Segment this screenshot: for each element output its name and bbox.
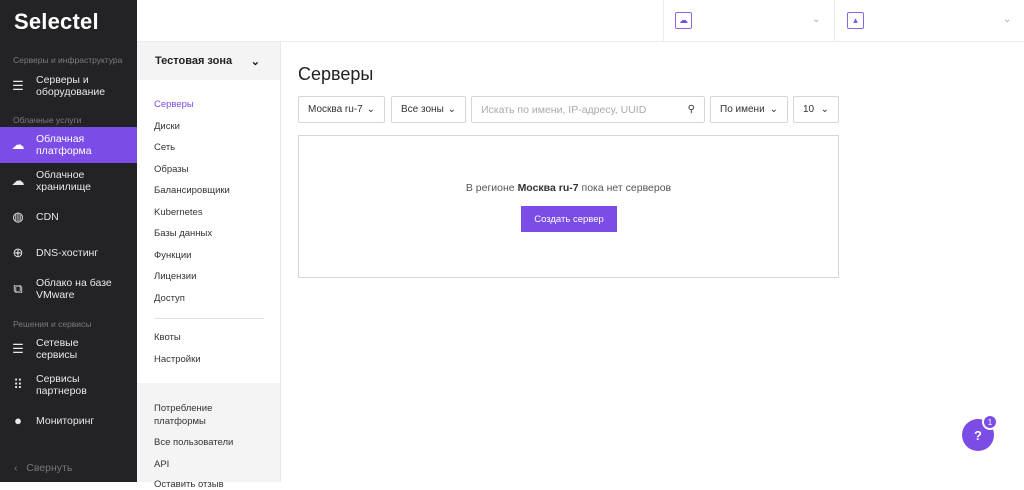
grid-icon: ⠿: [13, 377, 23, 392]
chevron-down-icon: ⌄: [250, 55, 260, 68]
zone-selector[interactable]: Тестовая зона ⌄: [137, 42, 280, 80]
footer-usage[interactable]: Потребление платформы: [154, 402, 234, 428]
bulb-icon: ●: [14, 413, 22, 428]
submenu-functions[interactable]: Функции: [154, 250, 191, 261]
chevron-down-icon: ⌄: [769, 104, 778, 115]
sidebar-item-dns[interactable]: ⊕ DNS-хостинг: [0, 235, 137, 271]
page-title: Серверы: [298, 64, 374, 84]
www-icon: ⊕: [12, 245, 24, 260]
cloud-icon: ☁: [11, 137, 25, 152]
user-icon: ▴: [847, 12, 864, 29]
sidebar-item-vmware[interactable]: ⧉ Облако на базе VMware: [0, 271, 137, 307]
per-page-select[interactable]: 10 ⌄: [793, 96, 839, 123]
zone-select[interactable]: Все зоны ⌄: [391, 96, 466, 123]
sidebar-item-monitoring[interactable]: ● Мониторинг: [0, 403, 137, 439]
sidebar-item-cdn[interactable]: ◍ CDN: [0, 199, 137, 235]
search-input[interactable]: [481, 103, 681, 116]
submenu: Тестовая зона ⌄ Серверы Диски Сеть Образы…: [137, 42, 281, 490]
cloud-upload-icon: ☁: [11, 173, 25, 188]
collapse-button[interactable]: ‹ Свернуть: [14, 462, 72, 474]
submenu-network[interactable]: Сеть: [154, 142, 175, 153]
empty-message: В регионе Москва ru-7 пока нет серверов: [465, 182, 672, 194]
server-icon: ☰: [12, 78, 24, 93]
submenu-servers[interactable]: Серверы: [154, 99, 194, 110]
submenu-footer: Потребление платформы Все пользователи A…: [137, 383, 280, 490]
logo[interactable]: Selectel: [14, 9, 99, 35]
submenu-databases[interactable]: Базы данных: [154, 228, 212, 239]
cloud-icon: ☁: [675, 12, 692, 29]
search-icon[interactable]: ⚲: [688, 104, 695, 115]
section-label: Серверы и инфраструктура: [13, 55, 123, 65]
sort-select[interactable]: По имени ⌄: [710, 96, 788, 123]
section-label: Решения и сервисы: [13, 319, 92, 329]
chevron-down-icon: ⌄: [820, 104, 829, 115]
chevron-down-icon: ⌄: [447, 104, 456, 115]
sidebar-item-partners[interactable]: ⠿ Сервисы партнеров: [0, 367, 137, 403]
section-label: Облачные услуги: [13, 115, 82, 125]
submenu-disks[interactable]: Диски: [154, 121, 180, 132]
region-select[interactable]: Москва ru-7 ⌄: [298, 96, 385, 123]
chevron-down-icon: ⌄: [1003, 14, 1012, 25]
submenu-quotas[interactable]: Квоты: [154, 332, 181, 343]
submenu-licenses[interactable]: Лицензии: [154, 271, 196, 282]
submenu-access[interactable]: Доступ: [154, 293, 185, 304]
main-sidebar: Selectel Серверы и инфраструктура ☰ Серве…: [0, 0, 137, 482]
empty-state: В регионе Москва ru-7 пока нет серверов …: [298, 135, 839, 278]
submenu-settings[interactable]: Настройки: [154, 354, 201, 365]
sidebar-item-cloud-storage[interactable]: ☁ Облачное хранилище: [0, 163, 137, 199]
divider: [154, 318, 264, 319]
chevron-left-icon: ‹: [14, 462, 18, 474]
top-bar: ☁ ⌄ ▴ ⌄: [137, 0, 1024, 42]
network-icon: ☰: [12, 341, 24, 356]
footer-api[interactable]: API: [154, 459, 169, 470]
footer-users[interactable]: Все пользователи: [154, 437, 233, 448]
sidebar-item-servers[interactable]: ☰ Серверы и оборудование: [0, 68, 137, 104]
create-server-button[interactable]: Создать сервер: [521, 206, 617, 232]
chevron-down-icon: ⌄: [366, 104, 375, 115]
submenu-images[interactable]: Образы: [154, 164, 188, 175]
chevron-down-icon: ⌄: [812, 14, 821, 25]
account-selector[interactable]: ▴ ⌄: [834, 0, 1024, 42]
submenu-kubernetes[interactable]: Kubernetes: [154, 207, 203, 218]
globe-icon: ◍: [12, 209, 24, 224]
submenu-balancers[interactable]: Балансировщики: [154, 185, 230, 196]
project-selector[interactable]: ☁ ⌄: [663, 0, 835, 42]
vmware-icon: ⧉: [13, 281, 23, 296]
search-field[interactable]: ⚲: [471, 96, 705, 123]
sidebar-item-network-services[interactable]: ☰ Сетевые сервисы: [0, 331, 137, 367]
sidebar-item-cloud-platform[interactable]: ☁ Облачная платформа: [0, 127, 137, 163]
footer-feedback[interactable]: Оставить отзыв: [154, 479, 224, 490]
notification-badge: 1: [982, 414, 998, 430]
